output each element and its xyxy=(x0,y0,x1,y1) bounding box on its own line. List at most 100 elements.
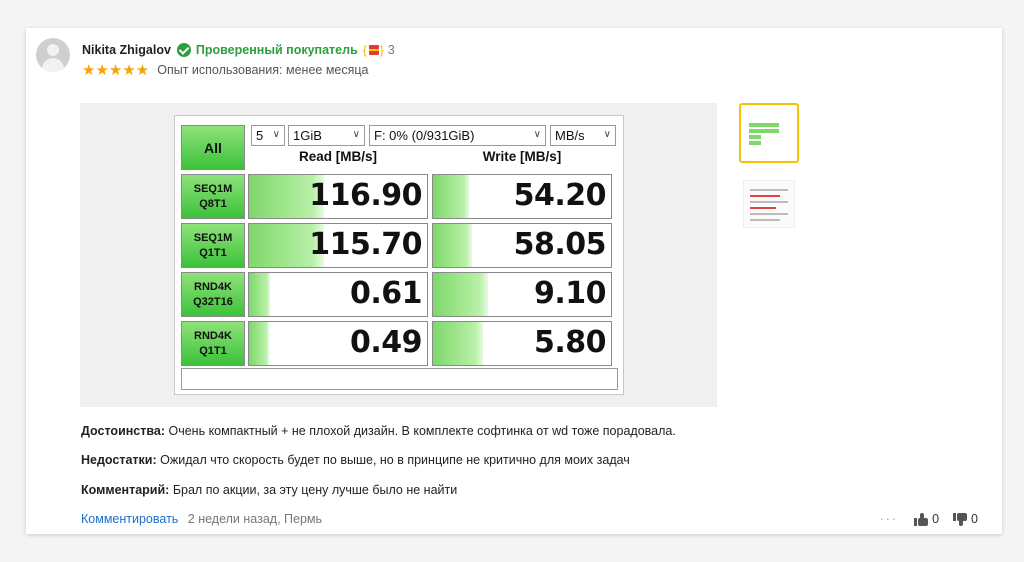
drive-select[interactable]: F: 0% (0/931GiB) ∨ xyxy=(369,125,546,146)
test-row-button[interactable]: SEQ1M Q1T1 xyxy=(181,223,245,268)
write-column-header: Write [MB/s] xyxy=(482,149,562,164)
achievement-badge-icon[interactable]: { } xyxy=(363,43,385,57)
count-select[interactable]: 5 ∨ xyxy=(251,125,285,146)
read-result-cell: 0.49 xyxy=(248,321,428,366)
write-result-cell: 54.20 xyxy=(432,174,612,219)
badge-count: 3 xyxy=(387,43,395,57)
all-button[interactable]: All xyxy=(181,125,245,170)
star-rating: ★★★★★ xyxy=(82,62,150,79)
photo-thumbnail-selected[interactable] xyxy=(739,103,799,163)
test-params: Q32T16 xyxy=(193,295,233,308)
mini-bar xyxy=(749,141,761,145)
drive-select-value: F: 0% (0/931GiB) xyxy=(374,128,475,143)
chevron-down-icon: ∨ xyxy=(603,129,611,140)
author-line: Nikita Zhigalov Проверенный покупатель {… xyxy=(82,41,395,59)
read-speed-value: 0.61 xyxy=(349,276,423,311)
read-result-cell: 0.61 xyxy=(248,272,428,317)
mini-bar xyxy=(749,135,761,139)
avatar[interactable] xyxy=(36,38,70,72)
thumb-line xyxy=(750,195,780,197)
avatar-body-shape xyxy=(42,58,64,72)
like-count: 0 xyxy=(932,512,940,526)
status-bar xyxy=(181,368,618,390)
unit-select-value: MB/s xyxy=(555,128,585,143)
write-speed-value: 5.80 xyxy=(533,325,607,360)
read-speed-bar xyxy=(249,273,270,316)
pros-text: Очень компактный + не плохой дизайн. В к… xyxy=(168,424,676,438)
thumb-cuff xyxy=(914,517,918,526)
test-name: SEQ1M xyxy=(193,182,233,195)
test-name: SEQ1M xyxy=(193,231,233,244)
write-result-cell: 9.10 xyxy=(432,272,612,317)
test-params: Q8T1 xyxy=(199,197,227,210)
test-params: Q1T1 xyxy=(199,246,227,259)
pros-line: Достоинства: Очень компактный + не плохо… xyxy=(81,424,676,438)
write-speed-bar xyxy=(433,273,488,316)
thumbs-down-icon[interactable] xyxy=(953,512,968,526)
badge-wing-right: } xyxy=(379,43,384,57)
write-result-cell: 58.05 xyxy=(432,223,612,268)
test-row-button[interactable]: RND4K Q1T1 xyxy=(181,321,245,366)
read-result-cell: 116.90 xyxy=(248,174,428,219)
write-speed-value: 58.05 xyxy=(513,227,607,262)
cons-line: Недостатки: Ожидал что скорость будет по… xyxy=(81,453,630,467)
verified-check-icon xyxy=(176,43,191,57)
rating-line: ★★★★★ Опыт использования: менее месяца xyxy=(82,61,369,79)
chevron-down-icon: ∨ xyxy=(272,129,280,140)
benchmark-window: All 5 ∨ 1GiB ∨ F: 0% (0/931GiB) ∨ MB/s ∨… xyxy=(174,115,624,395)
review-actions: ··· 0 0 xyxy=(880,512,978,526)
verified-buyer-label: Проверенный покупатель xyxy=(195,43,358,57)
review-meta: 2 недели назад, Пермь xyxy=(187,512,323,526)
read-speed-bar xyxy=(249,322,269,365)
thumbs-up-icon[interactable] xyxy=(914,512,929,526)
thumbnail-preview xyxy=(745,109,793,157)
test-name: RND4K xyxy=(194,280,232,293)
test-row-button[interactable]: RND4K Q32T16 xyxy=(181,272,245,317)
comment-text: Брал по акции, за эту цену лучше было не… xyxy=(172,483,458,497)
count-select-value: 5 xyxy=(256,128,264,143)
thumb-line xyxy=(750,189,788,191)
cons-label: Недостатки: xyxy=(81,453,157,467)
thumb-finger xyxy=(959,518,964,526)
read-speed-value: 0.49 xyxy=(349,325,423,360)
review-card: Nikita Zhigalov Проверенный покупатель {… xyxy=(26,28,1002,534)
test-row-button[interactable]: SEQ1M Q8T1 xyxy=(181,174,245,219)
author-name[interactable]: Nikita Zhigalov xyxy=(82,43,171,57)
chevron-down-icon: ∨ xyxy=(533,129,541,140)
read-speed-value: 116.90 xyxy=(309,178,422,213)
dislike-count: 0 xyxy=(971,512,978,526)
size-select-value: 1GiB xyxy=(293,128,322,143)
pros-label: Достоинства: xyxy=(81,424,166,438)
usage-experience: Опыт использования: менее месяца xyxy=(157,63,369,77)
test-params: Q1T1 xyxy=(199,344,227,357)
test-name: RND4K xyxy=(194,329,232,342)
comment-line: Комментарий: Брал по акции, за эту цену … xyxy=(81,483,457,497)
write-speed-value: 54.20 xyxy=(513,178,607,213)
chevron-down-icon: ∨ xyxy=(352,129,360,140)
read-column-header: Read [MB/s] xyxy=(298,149,377,164)
write-speed-bar xyxy=(433,224,472,267)
write-speed-bar xyxy=(433,322,483,365)
comment-link[interactable]: Комментировать xyxy=(81,512,178,526)
write-speed-value: 9.10 xyxy=(533,276,607,311)
thumb-line xyxy=(750,201,788,203)
mini-bar xyxy=(749,123,779,127)
badge-gift xyxy=(368,45,379,55)
unit-select[interactable]: MB/s ∨ xyxy=(550,125,616,146)
read-speed-value: 115.70 xyxy=(309,227,422,262)
write-speed-bar xyxy=(433,175,469,218)
badge-wing-left: { xyxy=(362,43,367,57)
avatar-head-shape xyxy=(47,44,59,56)
thumb-line xyxy=(750,219,780,221)
thumb-cuff xyxy=(953,512,957,521)
review-footer: Комментировать 2 недели назад, Пермь xyxy=(81,512,322,526)
size-select[interactable]: 1GiB ∨ xyxy=(288,125,365,146)
thumb-line xyxy=(750,213,788,215)
read-result-cell: 115.70 xyxy=(248,223,428,268)
comment-label: Комментарий: xyxy=(81,483,170,497)
cons-text: Ожидал что скорость будет по выше, но в … xyxy=(160,453,630,467)
more-options-icon[interactable]: ··· xyxy=(880,512,899,526)
review-photo[interactable]: All 5 ∨ 1GiB ∨ F: 0% (0/931GiB) ∨ MB/s ∨… xyxy=(80,103,717,407)
write-result-cell: 5.80 xyxy=(432,321,612,366)
photo-thumbnail[interactable] xyxy=(743,180,795,228)
